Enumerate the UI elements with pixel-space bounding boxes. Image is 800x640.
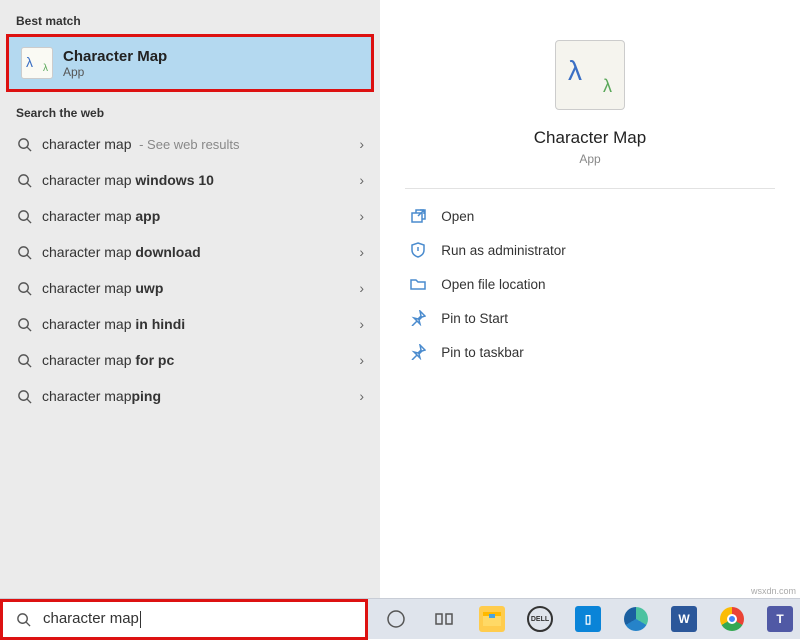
search-icon	[16, 208, 32, 224]
pin-icon	[409, 309, 427, 327]
preview-pane: Character Map App Open Run as administrat…	[380, 0, 800, 598]
search-icon	[16, 316, 32, 332]
watermark: wsxdn.com	[751, 586, 796, 596]
suggestion-label: character map - See web results	[42, 136, 240, 152]
pin-icon	[409, 343, 427, 361]
action-label: Open file location	[441, 277, 545, 292]
best-match-text: Character Map App	[63, 48, 167, 79]
search-icon	[15, 611, 31, 627]
file-explorer-icon[interactable]	[472, 599, 512, 640]
action-label: Pin to taskbar	[441, 345, 524, 360]
action-item[interactable]: Open	[405, 199, 775, 233]
search-icon	[16, 388, 32, 404]
chevron-right-icon: ›	[359, 208, 364, 224]
chevron-right-icon: ›	[359, 172, 364, 188]
word-icon[interactable]: W	[664, 599, 704, 640]
taskbar-search-box[interactable]: character map	[0, 599, 368, 640]
web-suggestion[interactable]: character map for pc ›	[0, 342, 380, 378]
action-label: Pin to Start	[441, 311, 508, 326]
preview-sub: App	[579, 152, 600, 166]
taskbar-icons: DELL ▯ W T	[368, 599, 800, 640]
suggestion-label: character map download	[42, 244, 201, 260]
action-item[interactable]: Open file location	[405, 267, 775, 301]
chevron-right-icon: ›	[359, 388, 364, 404]
chevron-right-icon: ›	[359, 136, 364, 152]
folder-icon	[409, 275, 427, 293]
app-icon-blue[interactable]: ▯	[568, 599, 608, 640]
web-suggestion[interactable]: character map app ›	[0, 198, 380, 234]
task-view-icon[interactable]	[424, 599, 464, 640]
web-suggestion[interactable]: character mapping ›	[0, 378, 380, 414]
search-icon	[16, 244, 32, 260]
search-icon	[16, 280, 32, 296]
search-icon	[16, 172, 32, 188]
preview-title: Character Map	[534, 128, 646, 148]
suggestion-label: character map app	[42, 208, 160, 224]
open-icon	[409, 207, 427, 225]
chrome-icon[interactable]	[712, 599, 752, 640]
web-suggestion[interactable]: character map in hindi ›	[0, 306, 380, 342]
web-suggestion[interactable]: character map - See web results ›	[0, 126, 380, 162]
web-suggestions-list: character map - See web results›characte…	[0, 126, 380, 414]
suggestion-label: character map windows 10	[42, 172, 214, 188]
web-suggestion[interactable]: character map windows 10 ›	[0, 162, 380, 198]
search-icon	[16, 136, 32, 152]
action-label: Run as administrator	[441, 243, 566, 258]
search-query-text: character map	[43, 610, 141, 628]
chevron-right-icon: ›	[359, 280, 364, 296]
chevron-right-icon: ›	[359, 316, 364, 332]
action-item[interactable]: Pin to Start	[405, 301, 775, 335]
suggestion-label: character mapping	[42, 388, 161, 404]
suggestion-label: character map uwp	[42, 280, 163, 296]
action-label: Open	[441, 209, 474, 224]
web-suggestion[interactable]: character map uwp ›	[0, 270, 380, 306]
action-item[interactable]: Run as administrator	[405, 233, 775, 267]
preview-app-icon	[555, 40, 625, 110]
best-match-header: Best match	[0, 10, 380, 34]
divider	[405, 188, 775, 189]
chevron-right-icon: ›	[359, 244, 364, 260]
admin-icon	[409, 241, 427, 259]
cortana-icon[interactable]	[376, 599, 416, 640]
edge-icon[interactable]	[616, 599, 656, 640]
suggestion-label: character map for pc	[42, 352, 174, 368]
web-suggestion[interactable]: character map download ›	[0, 234, 380, 270]
teams-icon[interactable]: T	[760, 599, 800, 640]
search-web-header: Search the web	[0, 102, 380, 126]
best-match-title: Character Map	[63, 48, 167, 65]
character-map-icon	[21, 47, 53, 79]
chevron-right-icon: ›	[359, 352, 364, 368]
taskbar: character map DELL ▯ W T	[0, 598, 800, 639]
actions-list: Open Run as administrator Open file locati…	[405, 199, 775, 369]
search-icon	[16, 352, 32, 368]
suggestion-label: character map in hindi	[42, 316, 185, 332]
best-match-result[interactable]: Character Map App	[6, 34, 374, 92]
best-match-sub: App	[63, 65, 167, 79]
action-item[interactable]: Pin to taskbar	[405, 335, 775, 369]
dell-icon[interactable]: DELL	[520, 599, 560, 640]
results-pane: Best match Character Map App Search the …	[0, 0, 380, 598]
